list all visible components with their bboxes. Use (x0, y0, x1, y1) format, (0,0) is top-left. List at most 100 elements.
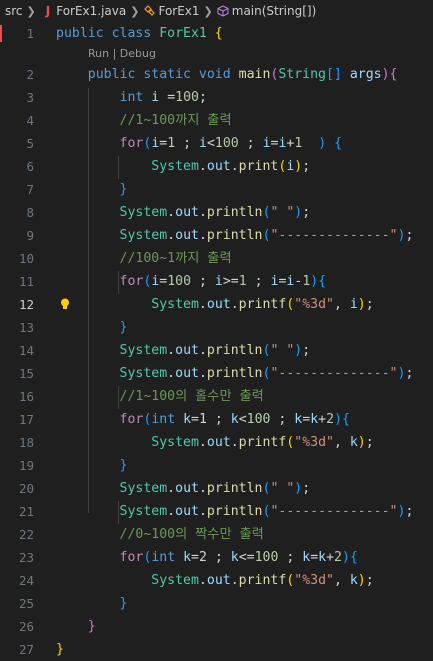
code-line[interactable]: 21 System.out.println("--------------"); (0, 500, 433, 523)
method-icon (217, 5, 229, 17)
breadcrumb-file-label: ForEx1.java (56, 4, 127, 18)
code-line[interactable]: 13 } (0, 316, 433, 339)
code-token: out (206, 573, 231, 588)
code-token: println (206, 343, 263, 358)
code-token: out (175, 343, 199, 358)
code-token: class (111, 26, 160, 41)
code-line[interactable]: 22 //0~100의 짝수만 출력 (0, 523, 433, 546)
code-line[interactable]: 12 System.out.printf("%3d", i); (0, 293, 433, 316)
code-line[interactable]: 27} (0, 638, 433, 661)
line-number: 5 (26, 136, 34, 151)
chevron-right-icon: ❯ (26, 4, 36, 18)
code-line[interactable]: 24 System.out.printf("%3d", k); (0, 569, 433, 592)
chevron-right-icon: ❯ (130, 4, 140, 18)
code-token: "%3d" (294, 297, 334, 312)
code-token: . (167, 481, 176, 496)
code-line[interactable]: 5 for(i=1 ; i<100 ; i=i+1 ) { (0, 132, 433, 155)
code-token: System (151, 159, 199, 174)
code-token: k (318, 550, 327, 565)
code-line[interactable]: 17 for(int k=1 ; k<100 ; k=k+2){ (0, 408, 433, 431)
code-token: k (230, 550, 239, 565)
breadcrumb-method[interactable]: main(String[]) (217, 4, 316, 18)
code-token: 100 (175, 90, 199, 105)
code-line[interactable]: 20 System.out.println(" "); (0, 477, 433, 500)
code-token: void (198, 67, 239, 82)
code-line[interactable]: 4 //1~100까지 출력 (0, 109, 433, 132)
code-token: args (341, 67, 382, 82)
java-file-icon: J (45, 4, 51, 18)
code-token: . (167, 343, 176, 358)
code-token: out (206, 435, 231, 450)
code-token: ) (381, 67, 390, 82)
code-line[interactable]: 1 public class ForEx1 { (0, 22, 433, 45)
breadcrumb-class[interactable]: ForEx1 (143, 4, 200, 18)
code-token: ; (365, 297, 374, 312)
code-token: "--------------" (270, 504, 398, 519)
code-token: out (175, 228, 199, 243)
code-token: , (333, 435, 350, 450)
line-number: 19 (18, 458, 34, 473)
code-token: } (119, 596, 128, 611)
code-token: String (278, 67, 326, 82)
code-line[interactable]: 10 //100~1까지 출력 (0, 247, 433, 270)
code-line[interactable]: 23 for(int k=2 ; k<=100 ; k=k+2){ (0, 546, 433, 569)
code-token: ; (405, 228, 414, 243)
code-line[interactable]: 2 public static void main(String[] args)… (0, 63, 433, 86)
code-line[interactable]: 26 } (0, 615, 433, 638)
code-line[interactable]: 19 } (0, 454, 433, 477)
code-token: //1~100의 홀수만 출력 (119, 389, 264, 404)
code-line[interactable]: 14 System.out.println(" "); (0, 339, 433, 362)
code-editor[interactable]: 1 public class ForEx1 {Run | Debug 2 publi… (0, 22, 433, 661)
code-text: for(int k=2 ; k<=100 ; k=k+2){ (56, 546, 358, 569)
code-token: println (206, 228, 263, 243)
code-token: ( (286, 573, 295, 588)
code-token: < (206, 136, 215, 151)
code-line[interactable]: 16 //1~100의 홀수만 출력 (0, 385, 433, 408)
code-token: System (119, 504, 168, 519)
code-text: public static void main(String[] args){ (56, 63, 398, 86)
code-token: ) (357, 435, 366, 450)
code-token: ; (198, 90, 207, 105)
line-number: 21 (18, 504, 34, 519)
code-token: System (119, 228, 168, 243)
code-line[interactable]: 3 int i =100; (0, 86, 433, 109)
code-token: ; (302, 205, 311, 220)
code-token: //100~1까지 출력 (119, 251, 232, 266)
line-number: 1 (26, 26, 34, 41)
code-token: out (175, 366, 199, 381)
code-token: ; (405, 366, 414, 381)
code-token: out (175, 504, 199, 519)
code-text: System.out.println(" "); (56, 201, 311, 224)
chevron-right-icon: ❯ (203, 4, 213, 18)
code-line[interactable]: 7 } (0, 178, 433, 201)
code-token: "--------------" (270, 366, 398, 381)
code-line[interactable]: 8 System.out.println(" "); (0, 201, 433, 224)
code-line[interactable]: 18 System.out.printf("%3d", k); (0, 431, 433, 454)
code-line[interactable]: 11 for(i=100 ; i>=1 ; i=i-1){ (0, 270, 433, 293)
breadcrumb-src[interactable]: src (5, 4, 23, 18)
code-line[interactable]: 9 System.out.println("--------------"); (0, 224, 433, 247)
code-line[interactable]: 15 System.out.println("--------------"); (0, 362, 433, 385)
code-line[interactable]: 25 } (0, 592, 433, 615)
code-token: ; (302, 481, 311, 496)
line-number: 18 (18, 435, 34, 450)
line-number: 25 (18, 596, 34, 611)
codelens-run-debug[interactable]: Run | Debug (0, 45, 433, 63)
code-token: . (167, 504, 176, 519)
codelens-label[interactable]: Run | Debug (88, 45, 156, 63)
breadcrumb-file[interactable]: J ForEx1.java (40, 4, 127, 18)
code-text: System.out.println("--------------"); (56, 224, 414, 247)
code-line[interactable]: 6 System.out.print(i); (0, 155, 433, 178)
code-text: System.out.println(" "); (56, 477, 311, 500)
code-token: for (119, 136, 144, 151)
line-number: 7 (26, 182, 34, 197)
code-text: //100~1까지 출력 (56, 247, 232, 270)
